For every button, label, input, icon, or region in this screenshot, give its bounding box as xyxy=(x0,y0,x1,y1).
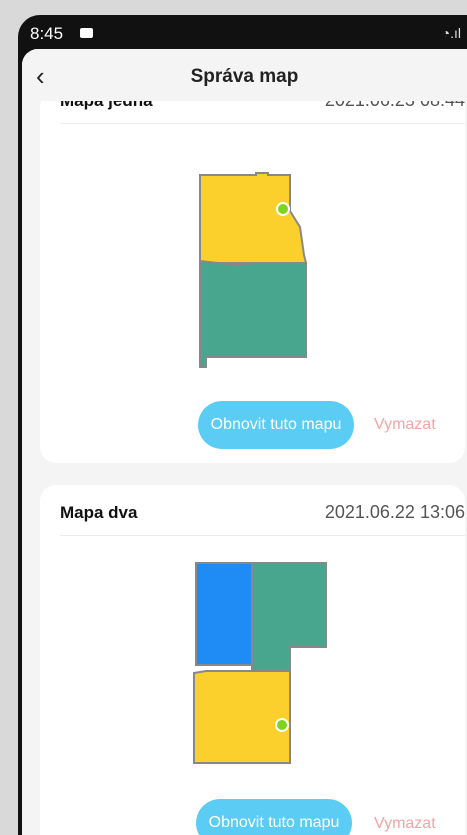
charging-dock-icon xyxy=(275,718,289,732)
room-green xyxy=(251,562,327,674)
map-preview-2 xyxy=(193,562,327,764)
status-bar: 8:45 ◔.ıl xyxy=(18,15,467,49)
room-blue xyxy=(195,562,253,666)
delete-map-button[interactable]: Vymazat xyxy=(374,815,436,833)
map-date: 2021.06.22 13:06 xyxy=(324,502,465,522)
page-title: Správa map xyxy=(190,66,299,87)
nav-bar: ‹ Správa map xyxy=(22,49,467,101)
restore-map-button[interactable]: Obnovit tuto mapu xyxy=(198,401,354,449)
restore-map-button[interactable]: Obnovit tuto mapu xyxy=(196,799,352,835)
app-screen: ‹ Správa map Mapa jedna 2021.06.23 08:44… xyxy=(22,49,467,835)
delete-map-button[interactable]: Vymazat xyxy=(374,416,436,434)
room-yellow xyxy=(199,172,308,264)
room-yellow xyxy=(193,670,291,764)
wifi-signal-icon: ◔.ıl xyxy=(441,25,461,41)
notification-icon xyxy=(80,28,93,38)
map-card-2: Mapa dva 2021.06.22 13:06 Obnovit tuto m… xyxy=(40,485,465,835)
map-card-header: Mapa dva 2021.06.22 13:06 xyxy=(60,491,465,536)
status-time: 8:45 xyxy=(30,24,64,43)
charging-dock-icon xyxy=(276,202,290,216)
phone-frame: 8:45 ◔.ıl ‹ Správa map Mapa jedna 2021.0… xyxy=(18,15,467,835)
map-card-1: Mapa jedna 2021.06.23 08:44 Obnovit tuto… xyxy=(40,90,465,463)
room-green xyxy=(199,259,307,368)
map-preview-1 xyxy=(199,172,308,368)
map-name: Mapa dva xyxy=(60,503,138,522)
